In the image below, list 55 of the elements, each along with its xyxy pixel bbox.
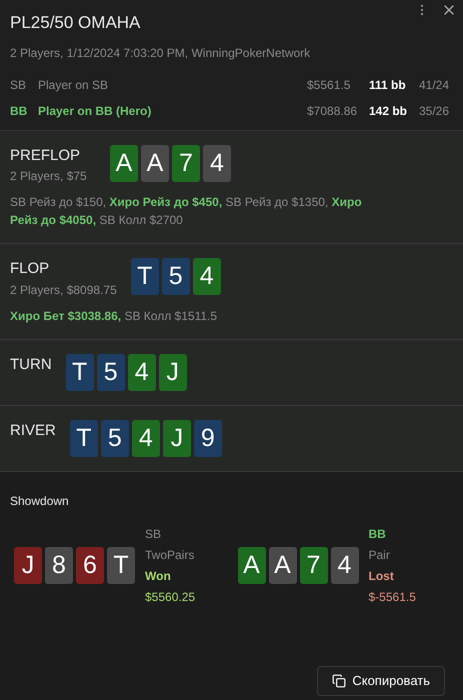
playing-card: 4	[132, 420, 160, 456]
playing-card: J	[14, 547, 42, 584]
hand-amount: $-5561.5	[368, 588, 416, 606]
playing-card: 7	[300, 547, 328, 584]
playing-card: A	[110, 144, 138, 182]
playing-card: 4	[192, 258, 221, 295]
action-list: Хиро Бет $3038.86, SB Колл $1511.5	[10, 306, 453, 324]
street-name: RIVER	[10, 420, 56, 440]
playing-card: 4	[128, 354, 156, 390]
player-stack: $7088.86	[307, 102, 358, 120]
copy-icon	[332, 674, 346, 688]
game-subtitle: 2 Players, 1/12/2024 7:03:20 PM, WinningPokerNetwork	[10, 44, 312, 62]
hand-result: Lost	[368, 568, 395, 584]
player-position: SB	[10, 76, 28, 94]
hand-rank: Pair	[368, 546, 391, 564]
street-info: 2 Players, $8098.75	[10, 282, 117, 298]
street-name: PREFLOP	[10, 146, 82, 166]
player-stat: 35/26	[419, 102, 450, 120]
playing-card: A	[238, 547, 266, 584]
action-list: SB Рейз до $150, Хиро Рейз до $450, SB Рейз до $1350, Хиро Рейз до $4050, SB Колл $2700	[10, 193, 453, 229]
street-info: 2 Players, $75	[10, 168, 88, 185]
showdown-position: SB	[145, 526, 162, 542]
playing-card: 7	[172, 144, 200, 182]
street-name: FLOP	[10, 259, 50, 279]
hand-amount: $5560.25	[145, 588, 196, 606]
playing-card: 5	[96, 354, 125, 390]
player-bb: 142 bb	[369, 102, 408, 120]
player-position: BB	[10, 102, 28, 120]
copy-button[interactable]: Скопировать	[317, 666, 445, 696]
player-stack: $5561.5	[307, 76, 352, 94]
playing-card: 4	[330, 547, 358, 584]
playing-card: 4	[203, 144, 231, 182]
player-name: Player on BB (Hero)	[38, 102, 152, 120]
player-bb: 111 bb	[369, 76, 407, 94]
playing-card: J	[158, 354, 187, 390]
hand-result: Won	[145, 568, 172, 584]
playing-card: 9	[194, 420, 222, 456]
playing-card: 5	[162, 258, 190, 295]
game-title: PL25/50 OMAHA	[10, 12, 142, 34]
playing-card: 6	[76, 547, 104, 584]
player-name: Player on SB	[38, 76, 110, 94]
playing-card: T	[70, 420, 98, 456]
playing-card: J	[162, 420, 191, 456]
hand-rank: TwoPairs	[145, 546, 196, 564]
playing-card: 5	[100, 420, 129, 456]
playing-card: 8	[45, 547, 73, 584]
playing-card: T	[66, 354, 94, 390]
player-stat: 41/24	[419, 76, 450, 94]
playing-card: T	[107, 547, 135, 584]
playing-card: T	[130, 258, 159, 295]
showdown-title: Showdown	[10, 492, 70, 510]
street-name: TURN	[10, 354, 52, 374]
showdown-position: BB	[368, 526, 387, 542]
playing-card: A	[141, 144, 169, 182]
playing-card: A	[268, 547, 296, 584]
